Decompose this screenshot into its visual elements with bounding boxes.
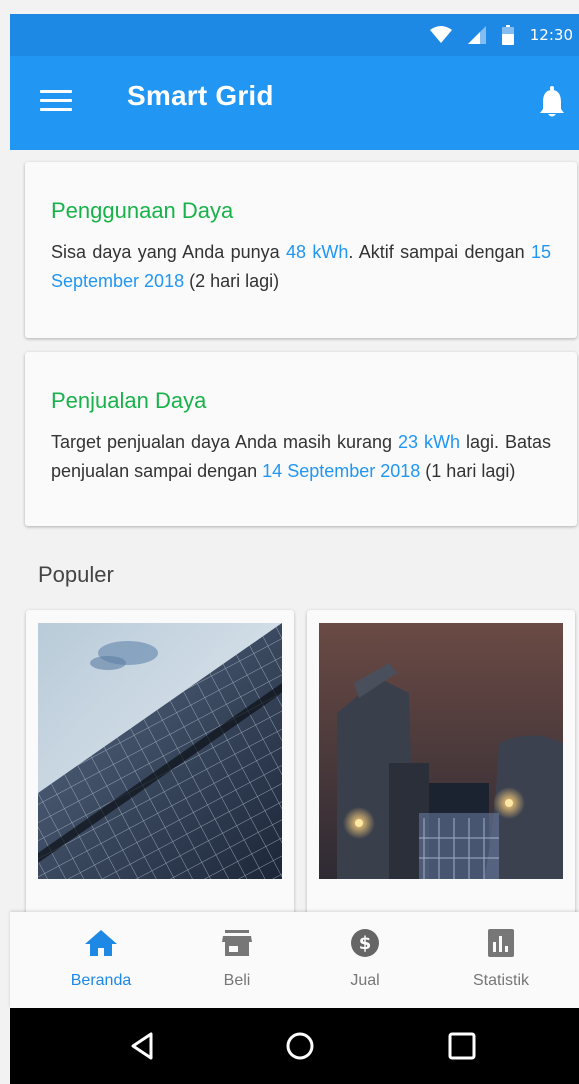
sales-deadline-date: 14 September 2018 [262, 461, 421, 481]
nav-item-beranda[interactable]: Beranda [30, 912, 172, 1008]
svg-text:$: $ [359, 933, 372, 954]
usage-card-text: Sisa daya yang Anda punya 48 kWh. Aktif … [51, 242, 551, 291]
nav-label-beranda: Beranda [70, 972, 132, 989]
battery-icon [501, 25, 514, 45]
bar-chart-icon [488, 929, 514, 957]
bell-icon[interactable] [539, 86, 565, 118]
app-bar: Smart Grid [10, 56, 579, 150]
home-icon [85, 930, 117, 956]
nav-item-statistik[interactable]: Statistik [430, 912, 572, 1008]
wifi-icon [429, 26, 452, 43]
sales-card-title: Penjualan Daya [51, 388, 207, 413]
cell-signal-icon [467, 26, 486, 44]
store-icon [222, 930, 252, 956]
sales-card-text: Target penjualan daya Anda masih kurang … [51, 432, 551, 481]
system-navigation-bar [10, 1008, 579, 1084]
sales-target-value: 23 kWh [398, 432, 460, 452]
home-circle-icon[interactable] [284, 1030, 316, 1062]
recents-icon[interactable] [446, 1030, 478, 1062]
bottom-navigation: Beranda Beli $ Jual Statistik [10, 912, 579, 1008]
usage-card-title: Penggunaan Daya [51, 198, 234, 223]
nav-label-beli: Beli [223, 972, 251, 989]
nav-label-statistik: Statistik [472, 972, 529, 989]
popular-section-title: Populer [38, 562, 114, 587]
status-bar: 12:30 [10, 14, 579, 56]
back-icon[interactable] [127, 1030, 159, 1062]
solar-panel-image [38, 623, 282, 879]
status-time: 12:30 [529, 26, 573, 44]
remaining-power-value: 48 kWh [286, 242, 349, 262]
nav-item-beli[interactable]: Beli [166, 912, 308, 1008]
power-plant-image [319, 623, 563, 879]
dollar-icon: $ [351, 929, 379, 957]
nav-item-jual[interactable]: $ Jual [294, 912, 436, 1008]
popular-item-power-plant[interactable] [307, 610, 575, 940]
sales-card[interactable]: Penjualan Daya Target penjualan daya And… [25, 352, 577, 526]
menu-icon[interactable] [40, 90, 72, 116]
app-title: Smart Grid [127, 80, 274, 111]
nav-label-jual: Jual [350, 972, 380, 989]
popular-item-solar[interactable] [26, 610, 294, 940]
usage-card[interactable]: Penggunaan Daya Sisa daya yang Anda puny… [25, 162, 577, 338]
